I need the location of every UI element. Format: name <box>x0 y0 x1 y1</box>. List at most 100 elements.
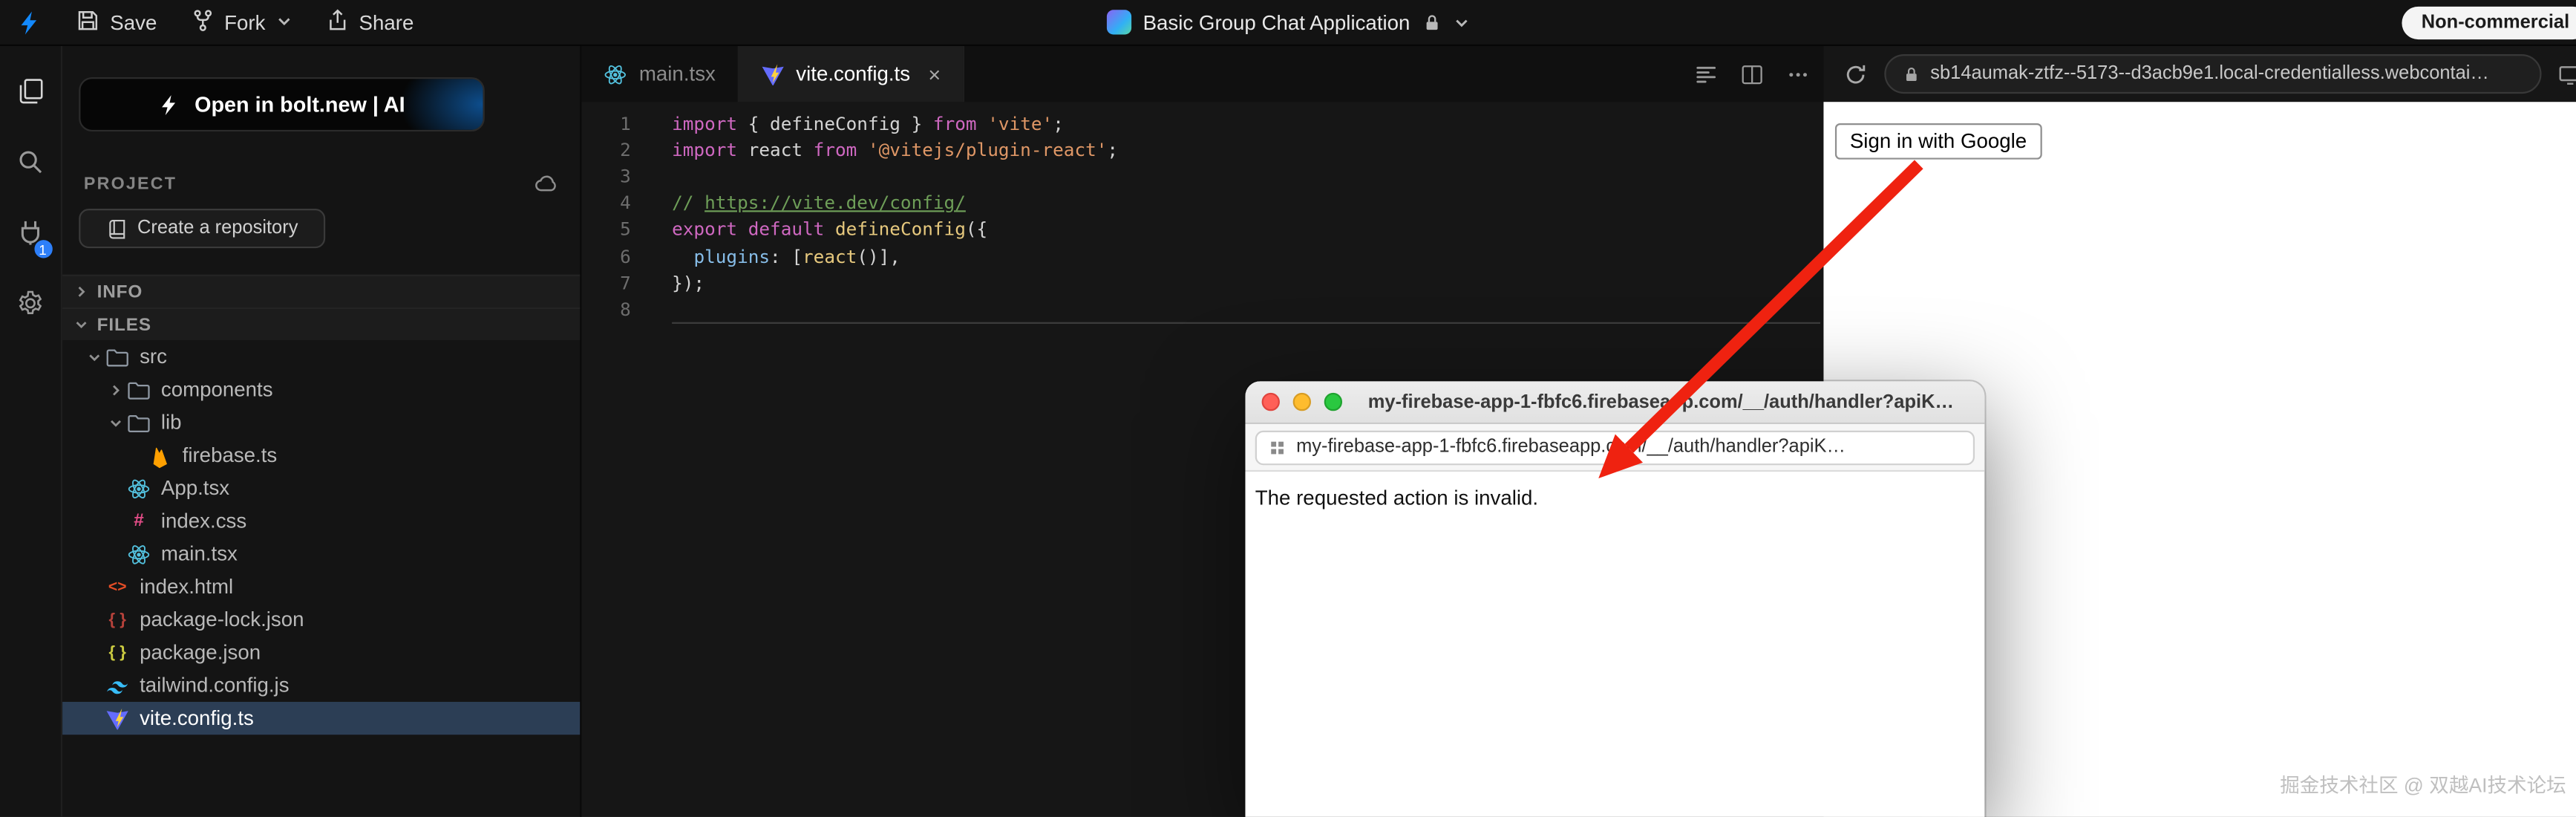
tree-item-App.tsx[interactable]: App.tsx <box>62 472 580 504</box>
chevron-down-icon <box>74 317 89 332</box>
file-label: index.css <box>161 510 246 533</box>
file-label: components <box>161 378 273 401</box>
editor-actions <box>1694 46 1824 102</box>
file-label: src <box>140 345 167 368</box>
code-line-5[interactable]: 5export default defineConfig({ <box>581 217 1823 244</box>
tab-main.tsx[interactable]: main.tsx <box>581 46 738 102</box>
close-window-button[interactable] <box>1262 393 1280 411</box>
tree-item-components[interactable]: components <box>62 373 580 406</box>
repository-icon <box>106 218 128 239</box>
save-label: Save <box>110 10 157 33</box>
code-line-1[interactable]: 1import { defineConfig } from 'vite'; <box>581 110 1823 137</box>
file-label: tailwind.config.js <box>140 674 289 697</box>
react-icon <box>603 62 627 86</box>
port-count-badge: 1 <box>32 238 53 260</box>
stackblitz-bolt-logo[interactable] <box>16 9 42 35</box>
file-tree: src components libfirebase.ts App.tsx#index… <box>62 340 580 735</box>
popup-address-field[interactable]: my-firebase-app-1-fbfc6.firebaseapp.com/… <box>1255 430 1975 464</box>
line-number: 7 <box>581 273 630 294</box>
rail-files-button[interactable] <box>0 59 62 130</box>
code-line-7[interactable]: 7}); <box>581 270 1823 296</box>
line-number: 4 <box>581 192 630 214</box>
file-label: lib <box>161 411 182 434</box>
tree-item-index.css[interactable]: #index.css <box>62 504 580 537</box>
firebase-file-icon <box>148 443 177 467</box>
tab-label: vite.config.ts <box>796 62 910 85</box>
fork-icon <box>190 7 215 37</box>
activity-rail: 1 <box>0 46 62 817</box>
files-section-toggle[interactable]: FILES <box>62 307 580 340</box>
tree-item-package.json[interactable]: { }package.json <box>62 636 580 668</box>
popup-titlebar[interactable]: my-firebase-app-1-fbfc6.firebaseapp.com/… <box>1245 381 1984 424</box>
create-repository-label: Create a repository <box>137 218 298 238</box>
open-in-bolt-button[interactable]: Open in bolt.new | AI <box>79 77 485 131</box>
info-section-toggle[interactable]: INFO <box>62 275 580 307</box>
tree-item-package-lock.json[interactable]: { }package-lock.json <box>62 603 580 636</box>
tab-vite.config.ts[interactable]: vite.config.ts × <box>739 46 964 102</box>
create-repository-button[interactable]: Create a repository <box>79 209 325 248</box>
tailwind-file-icon <box>105 673 135 697</box>
rail-ports-button[interactable]: 1 <box>0 201 62 271</box>
chevron-right-icon[interactable] <box>105 383 127 397</box>
more-options-icon[interactable] <box>1786 62 1811 86</box>
tree-item-firebase.ts[interactable]: firebase.ts <box>62 439 580 472</box>
project-title-group[interactable]: Basic Group Chat Application <box>1107 0 1469 45</box>
project-section-header: PROJECT <box>84 171 559 195</box>
line-content: plugins: [react()], <box>672 243 1820 270</box>
popup-address-row: my-firebase-app-1-fbfc6.firebaseapp.com/… <box>1245 424 1984 472</box>
react-file-icon <box>126 476 156 501</box>
code-line-8[interactable]: 8 <box>581 296 1823 323</box>
json-file-icon: { } <box>105 643 135 661</box>
vite-file-icon <box>105 706 135 730</box>
preview-url: sb14aumak-ztfz--5173--d3acb9e1.local-cre… <box>1930 64 2489 84</box>
react-file-icon <box>126 541 156 566</box>
site-info-icon[interactable] <box>1268 438 1286 456</box>
tree-item-lib[interactable]: lib <box>62 406 580 439</box>
close-tab-icon[interactable]: × <box>928 62 941 86</box>
code-line-2[interactable]: 2import react from '@vitejs/plugin-react… <box>581 137 1823 163</box>
file-label: vite.config.ts <box>140 707 254 730</box>
jsonlock-file-icon: { } <box>105 611 135 628</box>
format-code-icon[interactable] <box>1694 62 1719 86</box>
line-content <box>672 163 1820 190</box>
zoom-window-button[interactable] <box>1324 393 1342 411</box>
file-label: firebase.ts <box>183 444 278 467</box>
file-label: index.html <box>140 576 233 599</box>
fork-label: Fork <box>224 10 265 33</box>
tree-item-src[interactable]: src <box>62 340 580 373</box>
tree-item-vite.config.ts[interactable]: vite.config.ts <box>62 702 580 735</box>
save-button[interactable]: Save <box>76 7 157 37</box>
sync-cloud-icon[interactable] <box>534 171 558 195</box>
share-icon <box>324 7 349 37</box>
tree-item-tailwind.config.js[interactable]: tailwind.config.js <box>62 669 580 702</box>
line-number: 2 <box>581 140 630 161</box>
preview-url-bar[interactable]: sb14aumak-ztfz--5173--d3acb9e1.local-cre… <box>1884 54 2541 94</box>
folder-icon <box>105 345 135 369</box>
tree-item-index.html[interactable]: <>index.html <box>62 570 580 603</box>
line-number: 3 <box>581 166 630 187</box>
app-window: Save Fork Share Basic Group Chat Applica… <box>0 0 2576 817</box>
rail-settings-button[interactable] <box>0 271 62 342</box>
popup-window-title: my-firebase-app-1-fbfc6.firebaseapp.com/… <box>1354 392 1969 412</box>
fork-button[interactable]: Fork <box>190 7 292 37</box>
tree-item-main.tsx[interactable]: main.tsx <box>62 538 580 570</box>
topbar-right-group: Non-commercial <box>2402 0 2576 45</box>
code-line-3[interactable]: 3 <box>581 163 1823 190</box>
share-button[interactable]: Share <box>324 7 413 37</box>
folder-icon <box>126 377 156 402</box>
line-number: 5 <box>581 219 630 241</box>
minimize-window-button[interactable] <box>1293 393 1311 411</box>
reload-icon[interactable] <box>1843 62 1868 86</box>
sign-in-with-google-button[interactable]: Sign in with Google <box>1835 123 2041 160</box>
chevron-down-icon[interactable] <box>84 349 105 364</box>
popup-address-text: my-firebase-app-1-fbfc6.firebaseapp.com/… <box>1296 437 1846 458</box>
split-editor-icon[interactable] <box>1740 62 1765 86</box>
code-line-6[interactable]: 6 plugins: [react()], <box>581 243 1823 270</box>
code-line-4[interactable]: 4// https://vite.dev/config/ <box>581 190 1823 217</box>
device-preview-icon[interactable] <box>2558 62 2576 86</box>
plan-badge[interactable]: Non-commercial <box>2402 6 2576 39</box>
line-number: 1 <box>581 113 630 134</box>
chevron-down-icon[interactable] <box>105 415 127 430</box>
chevron-down-icon[interactable] <box>1453 14 1469 30</box>
rail-search-button[interactable] <box>0 130 62 201</box>
